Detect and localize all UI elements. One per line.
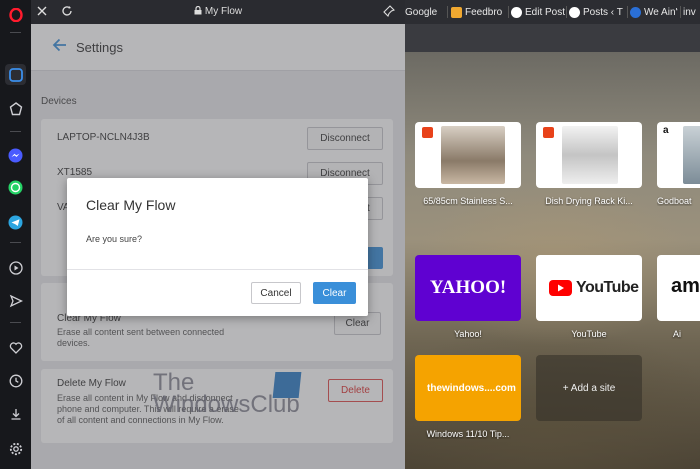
tile-label: Ai <box>672 329 681 339</box>
bookmark-label: Feedbro <box>465 6 503 18</box>
product-image <box>683 126 700 184</box>
sidebar <box>0 0 31 469</box>
tile-label: Windows 11/10 Tip... <box>426 429 510 439</box>
youtube-play-icon <box>549 280 572 296</box>
bookmark-inv[interactable]: inv <box>683 0 700 24</box>
messenger-icon[interactable] <box>5 145 26 166</box>
tile-label: 65/85cm Stainless S... <box>423 196 513 206</box>
aliexpress-icon <box>543 127 554 138</box>
bookmark-label: Posts ‹ T <box>583 6 623 18</box>
pin-icon[interactable] <box>383 5 395 20</box>
opera-logo-icon[interactable] <box>5 4 26 25</box>
speed-dial-tile[interactable]: YAHOO! <box>415 255 521 321</box>
whatsapp-icon[interactable] <box>5 177 26 198</box>
speed-dial-tile[interactable]: thewindows....com <box>415 355 521 421</box>
sidebar-divider <box>10 242 21 243</box>
bookmark-edit-post[interactable]: Edit Post <box>511 0 565 24</box>
panel-titlebar: My Flow <box>31 0 405 24</box>
speed-dial-tile[interactable] <box>415 122 521 188</box>
speed-dial-tile[interactable]: am <box>657 255 700 321</box>
player-icon[interactable] <box>5 257 26 278</box>
browser-toolbar-strip <box>405 24 700 52</box>
speed-dial-tile[interactable]: a <box>657 122 700 188</box>
bookmarks-icon[interactable] <box>5 98 26 119</box>
add-site-tile[interactable]: + Add a site <box>536 355 642 421</box>
settings-gear-icon[interactable] <box>5 438 26 459</box>
speed-dial-tile[interactable] <box>536 122 642 188</box>
bookmark-posts[interactable]: Posts ‹ T <box>569 0 625 24</box>
sidebar-divider <box>10 322 21 323</box>
bookmark-label: We Ain't <box>644 6 678 18</box>
bookmark-separator <box>447 6 448 18</box>
history-icon[interactable] <box>5 370 26 391</box>
dialog-title: Clear My Flow <box>86 197 176 213</box>
amazon-badge: a <box>663 125 669 136</box>
bookmark-feedbro[interactable]: Feedbro <box>451 0 507 24</box>
clear-confirm-dialog: Clear My Flow Are you sure? Cancel Clear <box>67 178 368 316</box>
heart-icon[interactable] <box>5 337 26 358</box>
product-image <box>562 126 618 184</box>
sidebar-divider <box>10 131 21 132</box>
tile-label: YouTube <box>571 329 607 339</box>
feedbro-icon <box>451 6 462 18</box>
bookmark-separator <box>566 6 567 18</box>
tile-label: Dish Drying Rack Ki... <box>545 196 633 206</box>
product-image <box>441 126 505 184</box>
bookmark-label: inv <box>683 6 696 18</box>
send-icon[interactable] <box>5 290 26 311</box>
confirm-clear-button[interactable]: Clear <box>313 282 356 304</box>
sidebar-divider <box>10 32 21 33</box>
downloads-icon[interactable] <box>5 403 26 424</box>
panel-title-text: My Flow <box>204 6 243 17</box>
amazon-logo: am <box>671 275 700 297</box>
telegram-icon[interactable] <box>5 212 26 233</box>
cancel-button[interactable]: Cancel <box>251 282 301 304</box>
bookmark-google[interactable]: Google <box>405 0 445 24</box>
speed-dial: 65/85cm Stainless S... Dish Drying Rack … <box>405 52 700 469</box>
wordpress-icon <box>511 6 522 18</box>
bookmark-label: Google <box>405 6 438 18</box>
speed-dial-tile[interactable]: YouTube <box>536 255 642 321</box>
add-site-label: + Add a site <box>562 383 616 394</box>
bookmark-separator <box>627 6 628 18</box>
tile-label: Godboat <box>657 196 692 206</box>
panel-title: My Flow <box>31 5 405 18</box>
aliexpress-icon <box>422 127 433 138</box>
dialog-message: Are you sure? <box>86 234 143 244</box>
dialog-divider <box>67 269 368 270</box>
site-icon <box>630 6 641 18</box>
bookmark-we-aint[interactable]: We Ain't <box>630 0 678 24</box>
youtube-logo-text: YouTube <box>576 279 639 296</box>
yahoo-logo: YAHOO! <box>429 277 507 298</box>
bookmark-bar: Google Feedbro Edit Post Posts ‹ T We Ai… <box>405 0 700 24</box>
bookmark-separator <box>508 6 509 18</box>
tile-label: Yahoo! <box>454 329 482 339</box>
lock-icon <box>194 5 202 18</box>
thewindowsclub-logo: thewindows....com <box>427 383 516 394</box>
bookmark-separator <box>680 6 681 18</box>
home-icon[interactable] <box>5 64 26 85</box>
wordpress-icon <box>569 6 580 18</box>
bookmark-label: Edit Post <box>525 6 565 18</box>
